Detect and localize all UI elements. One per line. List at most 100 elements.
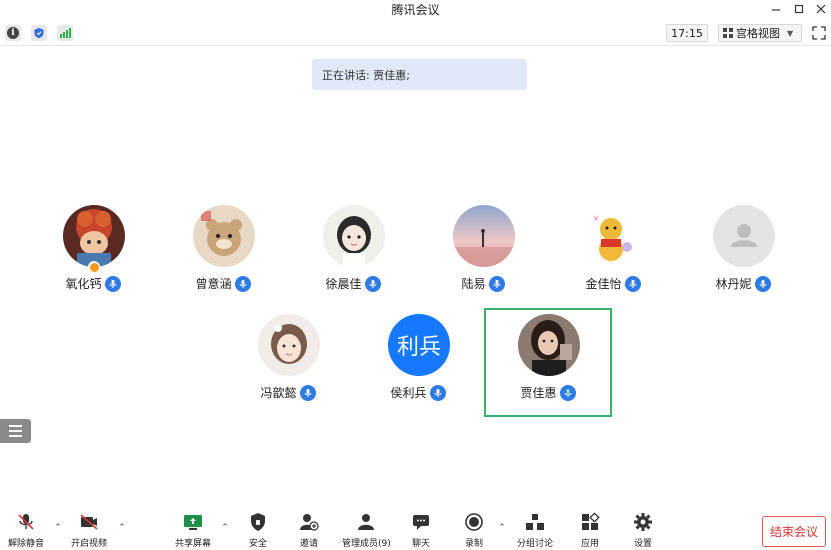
mic-icon [234, 275, 251, 292]
meeting-window: 腾讯会议 i 17:15 宫格视图 ▼ 正在讲话: 贾佳惠; 氧化钙 曾意涵 徐… [0, 0, 831, 550]
unmute-label: 解除静音 [8, 539, 45, 549]
share-screen-label: 共享屏幕 [175, 539, 212, 549]
participant-name-row: 氧化钙 [45, 275, 141, 292]
record-button[interactable]: 录制 [463, 511, 485, 550]
window-title: 腾讯会议 [391, 3, 440, 17]
manage-members-button[interactable]: 管理成员(9) [342, 511, 391, 550]
record-options-chevron-icon[interactable]: ⌃ [497, 523, 507, 533]
maximize-icon[interactable] [789, 0, 809, 18]
mic-icon [754, 275, 771, 292]
shield-icon[interactable] [31, 25, 47, 41]
security-label: 安全 [248, 539, 267, 549]
bottom-toolbar: 解除静音 ⌃ 开启视频 ⌃ 共享屏幕 ⌃ 安全 邀请 管理成员(9) 聊天 录制… [0, 505, 831, 550]
avatar [193, 205, 255, 267]
breakout-rooms-icon [524, 511, 546, 533]
view-mode-dropdown[interactable]: 宫格视图 ▼ [718, 24, 802, 42]
avatar [258, 314, 320, 376]
apps-icon [579, 511, 601, 533]
participant-tile[interactable]: 冯歆懿 [240, 314, 336, 414]
avatar [713, 205, 775, 267]
participant-name-row: 金佳怡 [565, 275, 661, 292]
avatar [583, 205, 645, 267]
start-video-label: 开启视频 [71, 539, 108, 549]
top-toolbar: i 17:15 宫格视图 ▼ [0, 20, 831, 46]
participant-name: 金佳怡 [585, 277, 622, 291]
avatar [453, 205, 515, 267]
settings-button[interactable]: 设置 [632, 511, 654, 550]
apps-label: 应用 [580, 539, 599, 549]
avatar [63, 205, 125, 267]
participant-tile[interactable]: 林丹妮 [695, 205, 791, 305]
share-screen-icon [182, 511, 204, 533]
participant-tile[interactable]: 利兵 侯利兵 [370, 314, 466, 414]
end-meeting-button[interactable]: 结束会议 [762, 516, 826, 547]
participant-name-row: 侯利兵 [370, 384, 466, 401]
participant-name: 徐晨佳 [325, 277, 362, 291]
record-icon [463, 511, 485, 533]
mic-icon [429, 384, 446, 401]
share-screen-button[interactable]: 共享屏幕 [175, 511, 211, 550]
audio-options-chevron-icon[interactable]: ⌃ [53, 523, 63, 533]
participant-name-row: 曾意涵 [175, 275, 271, 292]
chat-button[interactable]: 聊天 [410, 511, 432, 550]
speaking-indicator: 正在讲话: 贾佳惠; [312, 59, 527, 90]
mic-icon [488, 275, 505, 292]
participant-name-row: 林丹妮 [695, 275, 791, 292]
participant-tile[interactable]: 曾意涵 [175, 205, 271, 305]
breakout-rooms-button[interactable]: 分组讨论 [517, 511, 553, 550]
start-video-button[interactable]: 开启视频 [71, 511, 107, 550]
chevron-down-icon: ▼ [787, 28, 794, 38]
mic-muted-icon [15, 511, 37, 533]
participant-name: 贾佳惠 [520, 386, 557, 400]
settings-label: 设置 [633, 539, 652, 549]
video-off-icon [78, 511, 100, 533]
participant-tile[interactable]: 金佳怡 [565, 205, 661, 305]
add-user-icon [298, 511, 320, 533]
participant-name-row: 贾佳惠 [500, 384, 596, 401]
participant-tile[interactable]: 陆易 [435, 205, 531, 305]
network-signal-icon[interactable] [57, 25, 73, 41]
participant-name-row: 冯歆懿 [240, 384, 336, 401]
participant-name-row: 徐晨佳 [305, 275, 401, 292]
view-mode-label: 宫格视图 [736, 27, 780, 40]
avatar [323, 205, 385, 267]
share-options-chevron-icon[interactable]: ⌃ [220, 523, 230, 533]
manage-members-label: 管理成员(9) [342, 539, 391, 549]
participant-list-toggle[interactable] [0, 419, 31, 443]
security-button[interactable]: 安全 [247, 511, 269, 550]
chat-icon [410, 511, 432, 533]
shield-icon [247, 511, 269, 533]
invite-label: 邀请 [299, 539, 318, 549]
title-bar: 腾讯会议 [0, 0, 831, 18]
invite-button[interactable]: 邀请 [298, 511, 320, 550]
participant-name: 氧化钙 [65, 277, 102, 291]
mic-speaking-icon [559, 384, 576, 401]
minimize-icon[interactable] [766, 0, 786, 18]
mic-icon [299, 384, 316, 401]
participant-name: 侯利兵 [390, 386, 427, 400]
participant-name: 冯歆懿 [260, 386, 297, 400]
avatar: 利兵 [388, 314, 450, 376]
members-icon [355, 511, 377, 533]
participant-name: 林丹妮 [715, 277, 752, 291]
record-label: 录制 [464, 539, 483, 549]
grid-view-icon [723, 28, 733, 38]
host-badge-icon [88, 261, 100, 273]
participant-name: 陆易 [461, 277, 486, 291]
info-icon[interactable]: i [5, 25, 21, 41]
gear-icon [632, 511, 654, 533]
video-options-chevron-icon[interactable]: ⌃ [117, 523, 127, 533]
apps-button[interactable]: 应用 [579, 511, 601, 550]
participant-tile[interactable]: 徐晨佳 [305, 205, 401, 305]
meeting-time: 17:15 [666, 24, 708, 42]
unmute-button[interactable]: 解除静音 [8, 511, 44, 550]
mic-icon [624, 275, 641, 292]
participant-tile[interactable]: 贾佳惠 [500, 314, 596, 414]
chat-label: 聊天 [411, 539, 430, 549]
avatar [518, 314, 580, 376]
breakout-rooms-label: 分组讨论 [517, 539, 554, 549]
participant-tile[interactable]: 氧化钙 [45, 205, 141, 305]
fullscreen-icon[interactable] [812, 26, 826, 40]
close-icon[interactable] [811, 0, 831, 18]
mic-icon [104, 275, 121, 292]
